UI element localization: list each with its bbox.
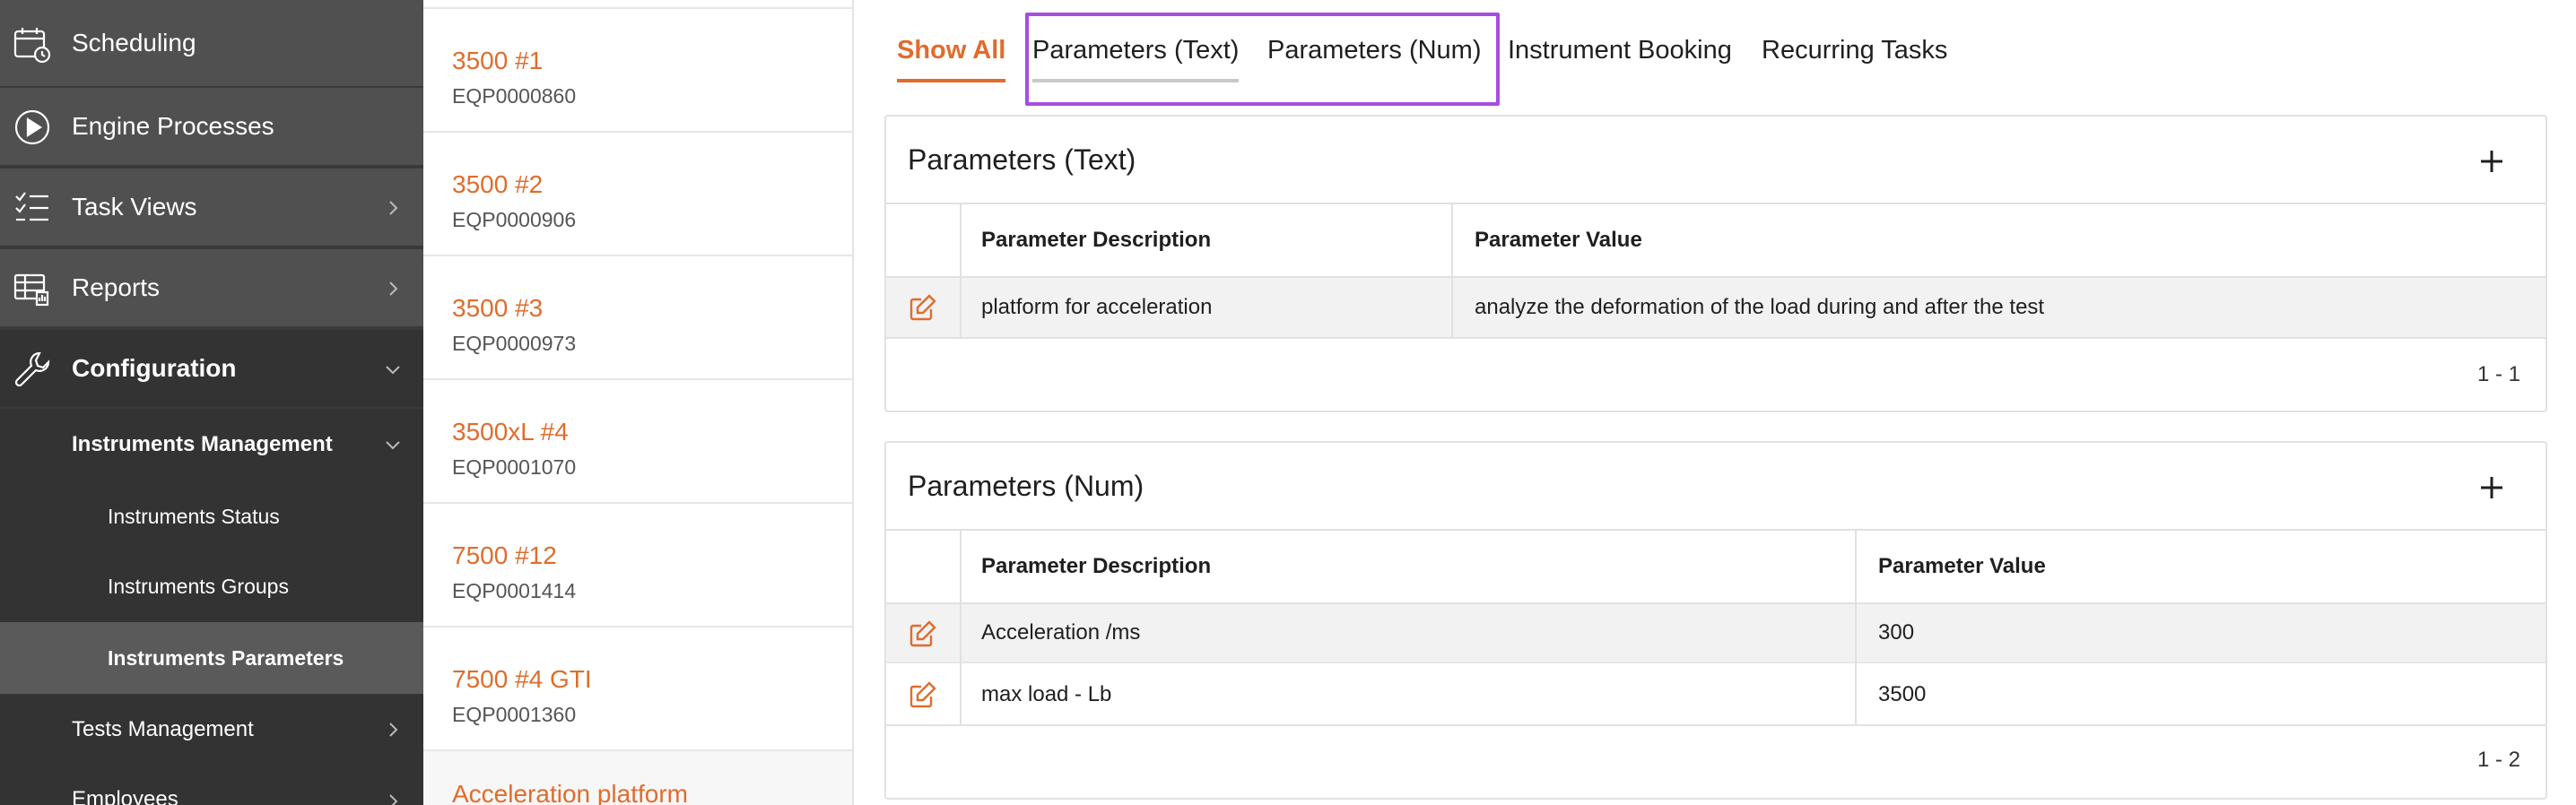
instrument-code: EQP0001414 [452,579,577,602]
sidebar-item-instruments-groups[interactable]: Instruments Groups [0,550,423,622]
list-item[interactable]: Acceleration platform [423,751,852,805]
parameters-num-table: Parameter Description Parameter Value Ac… [886,529,2546,798]
sidebar-item-label: Employees [72,787,178,805]
chevron-right-icon [389,281,398,296]
calendar-clock-icon [13,25,52,65]
instrument-name[interactable]: 3500 #3 [452,294,543,323]
cell-value: 300 [1878,620,1915,645]
sidebar-item-reports[interactable]: Reports [0,249,423,328]
instrument-code: EQP0000973 [452,332,577,355]
column-header-value[interactable]: Parameter Value [1878,531,2046,602]
cell-value: analyze the deformation of the load duri… [1475,295,2045,319]
sidebar-item-label: Instruments Status [108,504,280,528]
region-title: Parameters (Num) [908,470,1144,502]
column-header-description[interactable]: Parameter Description [981,531,1211,602]
table-divider [886,337,2546,339]
sidebar-item-engine-processes[interactable]: Engine Processes [0,88,423,167]
instrument-name[interactable]: 3500 #1 [452,47,543,75]
sidebar-item-tests-management[interactable]: Tests Management [0,694,423,766]
list-item[interactable]: 7500 #4 GTI EQP0001360 [423,628,852,751]
tab-show-all[interactable]: Show All [897,36,1006,82]
table-header-row: Parameter Description Parameter Value [886,531,2546,604]
instrument-name[interactable]: 7500 #12 [452,541,557,570]
sidebar-item-label: Instruments Groups [108,574,289,598]
instrument-code: EQP0001070 [452,455,577,479]
chevron-down-icon [386,441,400,450]
tab-recurring-tasks[interactable]: Recurring Tasks [1762,36,1947,81]
plus-icon[interactable] [2474,143,2510,179]
sidebar-item-label: Instruments Parameters [108,645,344,670]
sidebar-item-configuration[interactable]: Configuration [0,330,423,409]
instrument-list: 3500 #1 EQP0000860 3500 #2 EQP0000906 35… [423,0,854,805]
checklist-icon [13,188,52,228]
cell-description: max load - Lb [981,682,1112,706]
sidebar-item-instruments-parameters[interactable]: Instruments Parameters [0,622,423,694]
highlight-box [1025,13,1500,106]
instrument-name[interactable]: 3500 #2 [452,170,543,199]
list-item[interactable]: 7500 #12 EQP0001414 [423,504,852,628]
pagination-range: 1 - 2 [2476,748,2520,772]
sidebar-item-label: Task Views [72,193,197,221]
parameters-text-table: Parameter Description Parameter Value pl… [886,203,2546,412]
list-top-divider [423,0,852,9]
table-divider [886,724,2546,726]
region-title: Parameters (Text) [908,143,1136,176]
instrument-name[interactable]: 3500xL #4 [452,418,569,446]
sidebar: Scheduling Engine Processes Task Views R… [0,0,423,805]
parameters-text-region: Parameters (Text) Parameter Description … [884,115,2547,412]
pagination-range: 1 - 1 [2476,362,2520,386]
chevron-right-icon [389,723,398,737]
sidebar-item-employees[interactable]: Employees [0,766,423,805]
tab-instrument-booking[interactable]: Instrument Booking [1508,36,1732,81]
cell-description: platform for acceleration [981,295,1213,319]
list-item[interactable]: 3500 #3 EQP0000973 [423,256,852,380]
chevron-right-icon [389,794,398,805]
instrument-name[interactable]: Acceleration platform [452,780,688,805]
sidebar-item-instruments-status[interactable]: Instruments Status [0,480,423,552]
edit-icon[interactable] [908,292,938,323]
edit-icon[interactable] [908,619,938,649]
list-item[interactable]: 3500 #2 EQP0000906 [423,133,852,256]
column-header-value[interactable]: Parameter Value [1475,204,1642,276]
report-table-icon [13,269,52,308]
list-item[interactable]: 3500xL #4 EQP0001070 [423,380,852,504]
sidebar-item-task-views[interactable]: Task Views [0,169,423,247]
column-divider [1855,531,1857,724]
play-circle-icon [13,108,52,147]
plus-icon[interactable] [2474,470,2510,506]
sidebar-item-label: Instruments Management [72,432,333,456]
table-row: max load - Lb 3500 [886,665,2546,724]
table-row: Acceleration /ms 300 [886,604,2546,663]
instrument-code: EQP0000906 [452,208,577,231]
table-header-row: Parameter Description Parameter Value [886,204,2546,278]
column-divider [1451,204,1453,337]
wrench-icon [13,350,52,389]
table-row: platform for acceleration analyze the de… [886,278,2546,337]
instrument-code: EQP0000860 [452,84,577,108]
sidebar-item-label: Tests Management [72,717,254,741]
column-divider [960,204,962,337]
instrument-code: EQP0001360 [452,703,577,726]
sidebar-item-label: Configuration [72,354,237,382]
sidebar-item-scheduling[interactable]: Scheduling [0,0,423,88]
list-item[interactable]: 3500 #1 EQP0000860 [423,9,852,133]
parameters-num-region: Parameters (Num) Parameter Description P… [884,441,2547,800]
column-header-description[interactable]: Parameter Description [981,204,1211,276]
sidebar-item-label: Reports [72,273,161,301]
edit-icon[interactable] [908,679,938,710]
cell-description: Acceleration /ms [981,620,1141,645]
chevron-down-icon [386,366,400,375]
instrument-name[interactable]: 7500 #4 GTI [452,665,592,694]
chevron-right-icon [389,201,398,215]
sidebar-item-instruments-management[interactable]: Instruments Management [0,409,423,480]
sidebar-item-label: Scheduling [72,29,196,56]
cell-value: 3500 [1878,682,1927,706]
sidebar-item-label: Engine Processes [72,112,274,140]
column-divider [960,531,962,724]
